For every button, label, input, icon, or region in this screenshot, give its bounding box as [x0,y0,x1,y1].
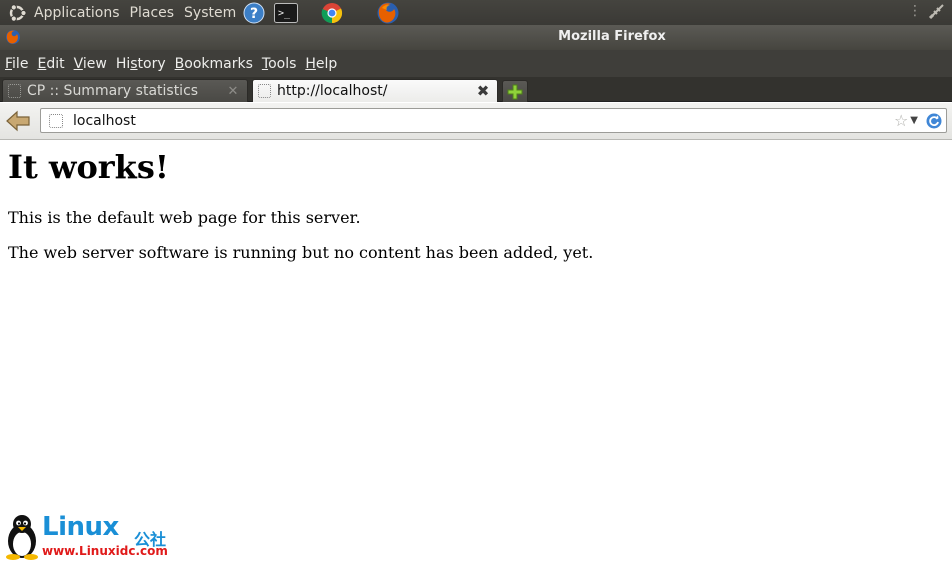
menu-tools[interactable]: Tools [262,56,297,72]
page-heading: It works! [8,148,169,186]
dropdown-arrow-icon[interactable]: ▼ [910,115,918,126]
menu-bookmarks-accel: B [174,55,185,72]
page-content: It works! This is the default web page f… [0,141,952,563]
plus-icon [507,84,523,99]
menu-history-accel: s [130,55,138,72]
tab-title: http://localhost/ [277,83,388,99]
applications-menu[interactable]: Applications [34,5,120,21]
menu-edit-accel: E [37,55,47,72]
menu-edit-rest: dit [46,55,65,72]
menu-file-rest: ile [12,55,29,72]
url-bar[interactable]: localhost ☆ ▼ [40,108,947,133]
tab-title: CP :: Summary statistics [27,83,199,99]
navigation-toolbar: localhost ☆ ▼ [0,103,952,140]
system-menu[interactable]: System [184,5,236,21]
menu-view-accel: V [73,55,83,72]
page-icon [8,84,21,98]
close-icon[interactable]: ✖ [475,82,491,100]
chrome-icon[interactable] [320,1,344,25]
menu-help-rest: elp [315,55,338,72]
menu-view-rest: iew [82,55,107,72]
menu-help-accel: H [305,55,316,72]
url-input[interactable]: localhost [73,113,894,129]
help-icon[interactable]: ? [242,1,266,25]
back-arrow-icon[interactable] [5,109,31,133]
menu-bar: File Edit View History Bookmarks Tools H… [0,50,952,77]
svg-text:>_: >_ [278,8,291,19]
menu-bookmarks[interactable]: Bookmarks [175,56,253,72]
menu-file[interactable]: File [5,56,28,72]
svg-text:?: ? [250,6,258,22]
ubuntu-logo-icon[interactable] [6,2,28,24]
tab-strip: CP :: Summary statistics ✕ http://localh… [0,77,952,102]
watermark-title: Linux [42,512,119,542]
page-paragraph: This is the default web page for this se… [8,208,361,227]
menu-history[interactable]: History [116,56,166,72]
tab-summary-statistics[interactable]: CP :: Summary statistics ✕ [2,79,248,102]
terminal-icon[interactable]: >_ [274,1,299,25]
watermark-url: www.Linuxidc.com [42,544,168,558]
close-icon[interactable]: ✕ [225,83,241,99]
network-icon[interactable] [928,2,946,20]
menu-history-pre: Hi [115,55,131,72]
page-paragraph: The web server software is running but n… [8,243,594,262]
menu-bookmarks-rest: ookmarks [184,55,253,72]
places-menu[interactable]: Places [130,5,175,21]
firefox-icon[interactable] [376,1,400,25]
tab-localhost[interactable]: http://localhost/ ✖ [252,79,498,102]
bookmark-star-icon[interactable]: ☆ [894,111,908,130]
menu-help[interactable]: Help [305,56,337,72]
reload-icon[interactable] [926,113,942,129]
top-panel: Applications Places System ? >_ ⋮ [0,0,952,25]
window-title-bar[interactable]: Mozilla Firefox [0,25,952,50]
page-icon [258,84,271,98]
menu-view[interactable]: View [74,56,107,72]
menu-edit[interactable]: Edit [37,56,64,72]
menu-tools-rest: ools [268,55,297,72]
panel-handle-icon: ⋮ [908,3,922,19]
linuxidc-watermark: Linux 公社 www.Linuxidc.com [2,512,182,561]
new-tab-button[interactable] [502,80,528,102]
window-title: Mozilla Firefox [558,29,666,44]
menu-history-rest: tory [137,55,166,72]
site-identity-icon[interactable] [49,113,63,128]
tux-penguin-icon [6,515,38,560]
menu-file-accel: F [5,55,13,72]
